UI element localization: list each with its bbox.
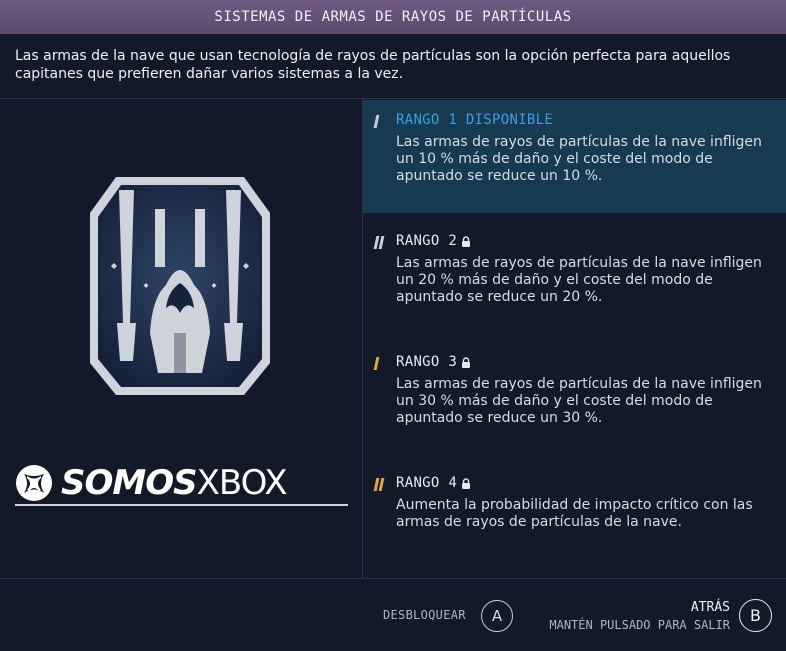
logo-text-bold: SOMOS — [61, 463, 198, 503]
a-button-icon[interactable]: A — [481, 600, 513, 632]
skill-description: Las armas de la nave que usan tecnología… — [15, 48, 731, 82]
rank-1-bars-icon — [373, 115, 380, 129]
back-prompt[interactable]: ATRÁS MANTÉN PULSADO PARA SALIR — [549, 600, 730, 632]
particle-beam-skill-badge-icon — [90, 177, 270, 395]
rank-2-row[interactable]: RANGO 2 Las armas de rayos de partículas… — [363, 221, 786, 331]
xbox-logo-icon — [16, 465, 52, 501]
back-hint: MANTÉN PULSADO PARA SALIR — [549, 618, 730, 632]
rank-2-description: Las armas de rayos de partículas de la n… — [396, 255, 762, 305]
back-label: ATRÁS — [690, 600, 730, 615]
page-title: SISTEMAS DE ARMAS DE RAYOS DE PARTÍCULAS — [214, 9, 572, 25]
rank-3-row[interactable]: RANGO 3 Las armas de rayos de partículas… — [363, 342, 786, 452]
title-bar: SISTEMAS DE ARMAS DE RAYOS DE PARTÍCULAS — [0, 0, 786, 34]
button-prompts-bar: DESBLOQUEAR A ATRÁS MANTÉN PULSADO PARA … — [0, 579, 786, 651]
rank-4-row[interactable]: RANGO 4 Aumenta la probabilidad de impac… — [363, 463, 786, 563]
rank-4-bars-icon — [373, 478, 385, 492]
unlock-label[interactable]: DESBLOQUEAR — [383, 608, 466, 622]
rank-4-description: Aumenta la probabilidad de impacto críti… — [396, 497, 753, 530]
lock-icon — [462, 477, 471, 489]
divider-top — [0, 98, 786, 99]
rank-4-label: RANGO 4 — [396, 475, 458, 491]
rank-3-description: Las armas de rayos de partículas de la n… — [396, 376, 762, 426]
rank-1-label: RANGO 1 DISPONIBLE — [396, 112, 554, 128]
logo-underline — [15, 504, 348, 506]
b-button-icon[interactable]: B — [739, 599, 772, 632]
somosxbox-watermark: SOMOS XBOX — [15, 455, 355, 511]
rank-3-bars-icon — [373, 357, 380, 371]
rank-3-label: RANGO 3 — [396, 354, 458, 370]
skill-art-panel: SOMOS XBOX — [0, 100, 362, 578]
lock-icon — [462, 235, 471, 247]
rank-2-bars-icon — [373, 236, 385, 250]
lock-icon — [462, 356, 471, 368]
logo-text-light: XBOX — [196, 463, 288, 503]
rank-2-label: RANGO 2 — [396, 233, 458, 249]
rank-1-row[interactable]: RANGO 1 DISPONIBLE Las armas de rayos de… — [363, 100, 786, 213]
rank-1-description: Las armas de rayos de partículas de la n… — [396, 134, 762, 184]
